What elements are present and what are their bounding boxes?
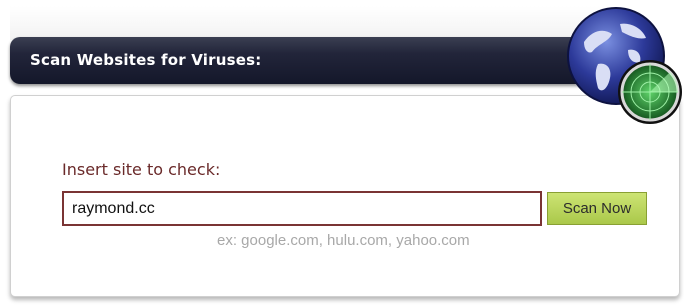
site-url-input[interactable]: [62, 191, 542, 226]
globe-radar-icon: [567, 7, 682, 124]
scan-now-button[interactable]: Scan Now: [547, 192, 647, 225]
header-bar: Scan Websites for Viruses:: [10, 37, 630, 84]
header-top-fade: [10, 6, 630, 40]
widget-title: Scan Websites for Viruses:: [30, 51, 262, 69]
insert-site-label: Insert site to check:: [62, 160, 221, 179]
virus-scan-widget: Scan Websites for Viruses: Insert site t…: [0, 0, 684, 308]
example-hint: ex: google.com, hulu.com, yahoo.com: [217, 232, 470, 249]
